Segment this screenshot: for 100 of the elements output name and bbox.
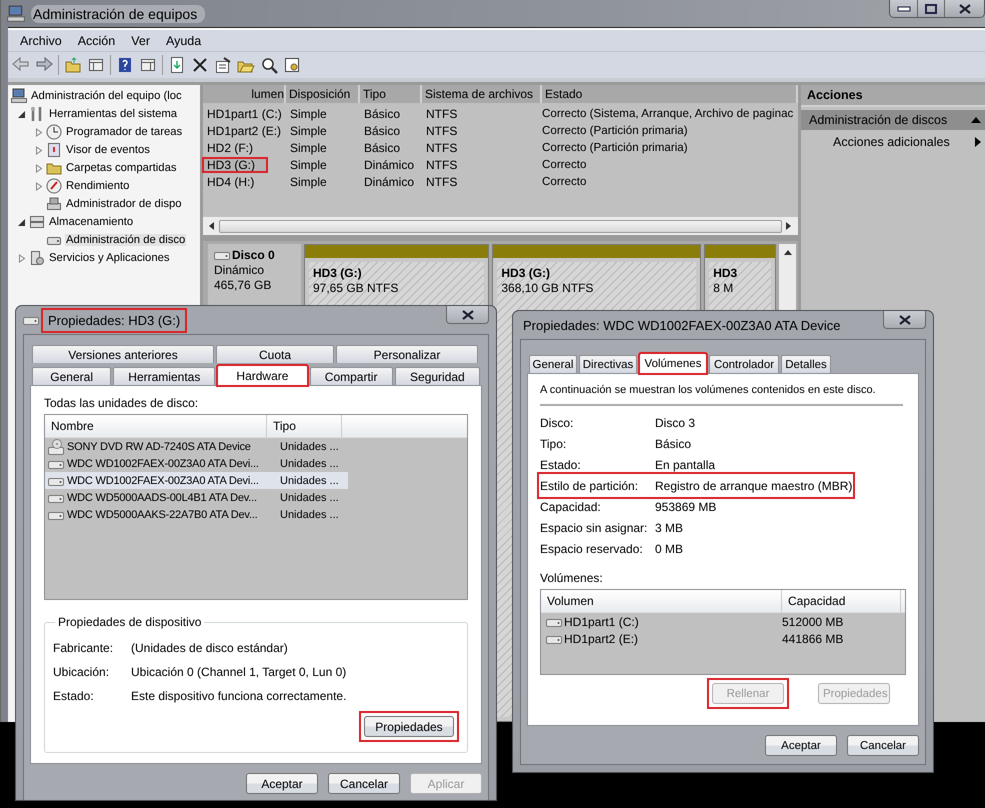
partition-name: HD3 (G:) xyxy=(501,266,552,280)
tree-item[interactable]: Carpetas compartidas xyxy=(65,162,178,174)
table-cell-text: Simple xyxy=(289,174,328,188)
partition-info: 8 M xyxy=(713,281,734,295)
disk-name: Disco 0 xyxy=(232,248,275,262)
tree-item[interactable]: Visor de eventos xyxy=(65,144,151,156)
tree-item[interactable]: Servicios y Aplicaciones xyxy=(48,252,171,264)
dialog-button[interactable]: Aceptar xyxy=(765,735,837,756)
action-item[interactable]: Acciones adicionales xyxy=(833,135,950,149)
tab[interactable]: Controlador xyxy=(709,355,779,373)
menu-item[interactable]: Ayuda xyxy=(158,34,210,48)
menu-item[interactable]: Acción xyxy=(70,34,124,48)
table-cell-text: Dinámico xyxy=(363,158,416,172)
device-row[interactable]: WDC WD1002FAEX-00Z3A0 ATA Devi... Unidades ... xyxy=(45,472,348,489)
device-type: Unidades ... xyxy=(279,440,339,452)
tree-item[interactable]: Administración de disco xyxy=(65,234,186,246)
table-cell-text: Dinámico xyxy=(363,174,416,188)
column-header[interactable]: Nombre xyxy=(45,415,267,437)
table-cell-text: HD1part1 (C:) xyxy=(206,106,283,120)
table-cell-text: NTFS xyxy=(425,140,458,154)
device-name: SONY DVD RW AD-7240S ATA Device xyxy=(67,440,251,452)
field-label: Estilo de partición: xyxy=(540,478,640,492)
menu-item[interactable]: Archivo xyxy=(12,34,70,48)
table-cell-text: Simple xyxy=(289,158,328,172)
column-header[interactable]: Sistema de archivos xyxy=(422,85,542,103)
column-header[interactable]: Disposición xyxy=(286,85,360,103)
tree-item[interactable]: Administrador de dispo xyxy=(65,198,183,210)
table-cell-text: Correcto (Sistema, Arranque, Archivo de paginac xyxy=(541,107,794,120)
property-label: Ubicación: xyxy=(53,665,110,679)
column-header[interactable]: lumen xyxy=(203,85,286,103)
column-header[interactable]: Capacidad xyxy=(782,590,901,612)
properties-button[interactable]: Propiedades xyxy=(364,716,454,737)
tab[interactable]: Compartir xyxy=(310,367,393,385)
table-cell-text: Correcto (Partición primaria) xyxy=(541,124,689,137)
tab[interactable]: Detalles xyxy=(781,355,831,373)
table-cell-text: Correcto (Partición primaria) xyxy=(541,141,689,154)
field-value: Disco 3 xyxy=(655,416,696,430)
table-cell-text: Básico xyxy=(363,140,402,154)
table-cell-text: Simple xyxy=(289,106,328,120)
tab[interactable]: Herramientas xyxy=(113,367,216,385)
disk-type: Dinámico xyxy=(214,263,266,277)
disk-size: 465,76 GB xyxy=(214,278,272,292)
table-cell-text: Simple xyxy=(289,140,328,154)
tab[interactable]: Personalizar xyxy=(336,345,478,363)
group-title: Propiedades de dispositivo xyxy=(57,615,202,629)
column-header[interactable]: Estado xyxy=(542,85,798,103)
property-value: (Unidades de disco estándar) xyxy=(131,641,289,655)
field-value: Básico xyxy=(655,436,692,450)
menu-item[interactable]: Ver xyxy=(123,34,158,48)
volume-capacity: 512000 MB xyxy=(782,614,844,628)
pane-title: Acciones xyxy=(801,85,985,107)
device-name: WDC WD1002FAEX-00Z3A0 ATA Devi... xyxy=(67,474,259,486)
tab[interactable]: Seguridad xyxy=(394,367,480,385)
column-header[interactable]: Tipo xyxy=(267,415,342,437)
partition-info: 97,65 GB NTFS xyxy=(312,281,400,295)
table-cell-text: Simple xyxy=(289,124,328,138)
tree-item[interactable]: Herramientas del sistema xyxy=(48,108,178,120)
tree-item[interactable]: Rendimiento xyxy=(65,180,130,192)
tab[interactable]: Versiones anteriores xyxy=(32,345,214,363)
partition-name: HD3 (G:) xyxy=(312,266,363,280)
tab[interactable]: Hardware xyxy=(217,365,308,386)
field-value: 3 MB xyxy=(655,520,684,534)
tree-item[interactable]: Almacenamiento xyxy=(48,216,134,228)
tab[interactable]: Volúmenes xyxy=(639,353,707,374)
device-type: Unidades ... xyxy=(279,474,339,486)
field-label: Estado: xyxy=(540,458,582,472)
tab[interactable]: General xyxy=(32,367,112,385)
list-label: Volúmenes: xyxy=(540,571,604,585)
tree-item[interactable]: Administración del equipo (loc xyxy=(30,90,183,102)
table-cell-text: Correcto xyxy=(541,158,588,171)
property-value: Ubicación 0 (Channel 1, Target 0, Lun 0) xyxy=(131,665,348,679)
device-name: WDC WD5000AAKS-22A7B0 ATA Dev... xyxy=(67,508,258,520)
property-label: Estado: xyxy=(53,689,95,703)
table-cell-text: NTFS xyxy=(425,124,458,138)
tree-item[interactable]: Programador de tareas xyxy=(65,126,184,138)
table-cell: HD3 (G:) xyxy=(203,158,267,172)
field-label: Espacio reservado: xyxy=(540,542,644,556)
device-row[interactable]: SONY DVD RW AD-7240S ATA Device Unidades ... xyxy=(45,438,348,455)
table-cell-text: NTFS xyxy=(425,106,458,120)
device-row[interactable]: WDC WD1002FAEX-00Z3A0 ATA Devi... Unidades ... xyxy=(45,455,348,472)
device-row[interactable]: WDC WD5000AADS-00L4B1 ATA Dev... Unidades ... xyxy=(45,489,348,506)
table-cell-text: HD1part2 (E:) xyxy=(206,124,282,138)
tab[interactable]: Directivas xyxy=(579,355,637,373)
field-value: Registro de arranque maestro (MBR) xyxy=(655,478,852,492)
column-header[interactable]: Tipo xyxy=(360,85,422,103)
table-cell-text: NTFS xyxy=(425,158,458,172)
dialog-button[interactable]: Cancelar xyxy=(847,735,919,756)
tab[interactable]: General xyxy=(529,355,577,373)
device-type: Unidades ... xyxy=(279,458,339,470)
dialog-button[interactable]: Cancelar xyxy=(328,773,400,794)
field-label: Espacio sin asignar: xyxy=(540,520,648,534)
column-header[interactable]: Volumen xyxy=(541,590,782,612)
device-row[interactable]: WDC WD5000AAKS-22A7B0 ATA Dev... Unidades ... xyxy=(45,506,348,523)
field-label: Disco: xyxy=(540,416,574,430)
table-cell-text: HD2 (F:) xyxy=(206,140,254,154)
dialog-button[interactable]: Aceptar xyxy=(246,773,318,794)
partition-name: HD3 xyxy=(713,266,738,280)
device-name: WDC WD5000AADS-00L4B1 ATA Dev... xyxy=(67,492,257,504)
volume-capacity: 441866 MB xyxy=(782,632,844,646)
tab[interactable]: Cuota xyxy=(216,345,334,363)
